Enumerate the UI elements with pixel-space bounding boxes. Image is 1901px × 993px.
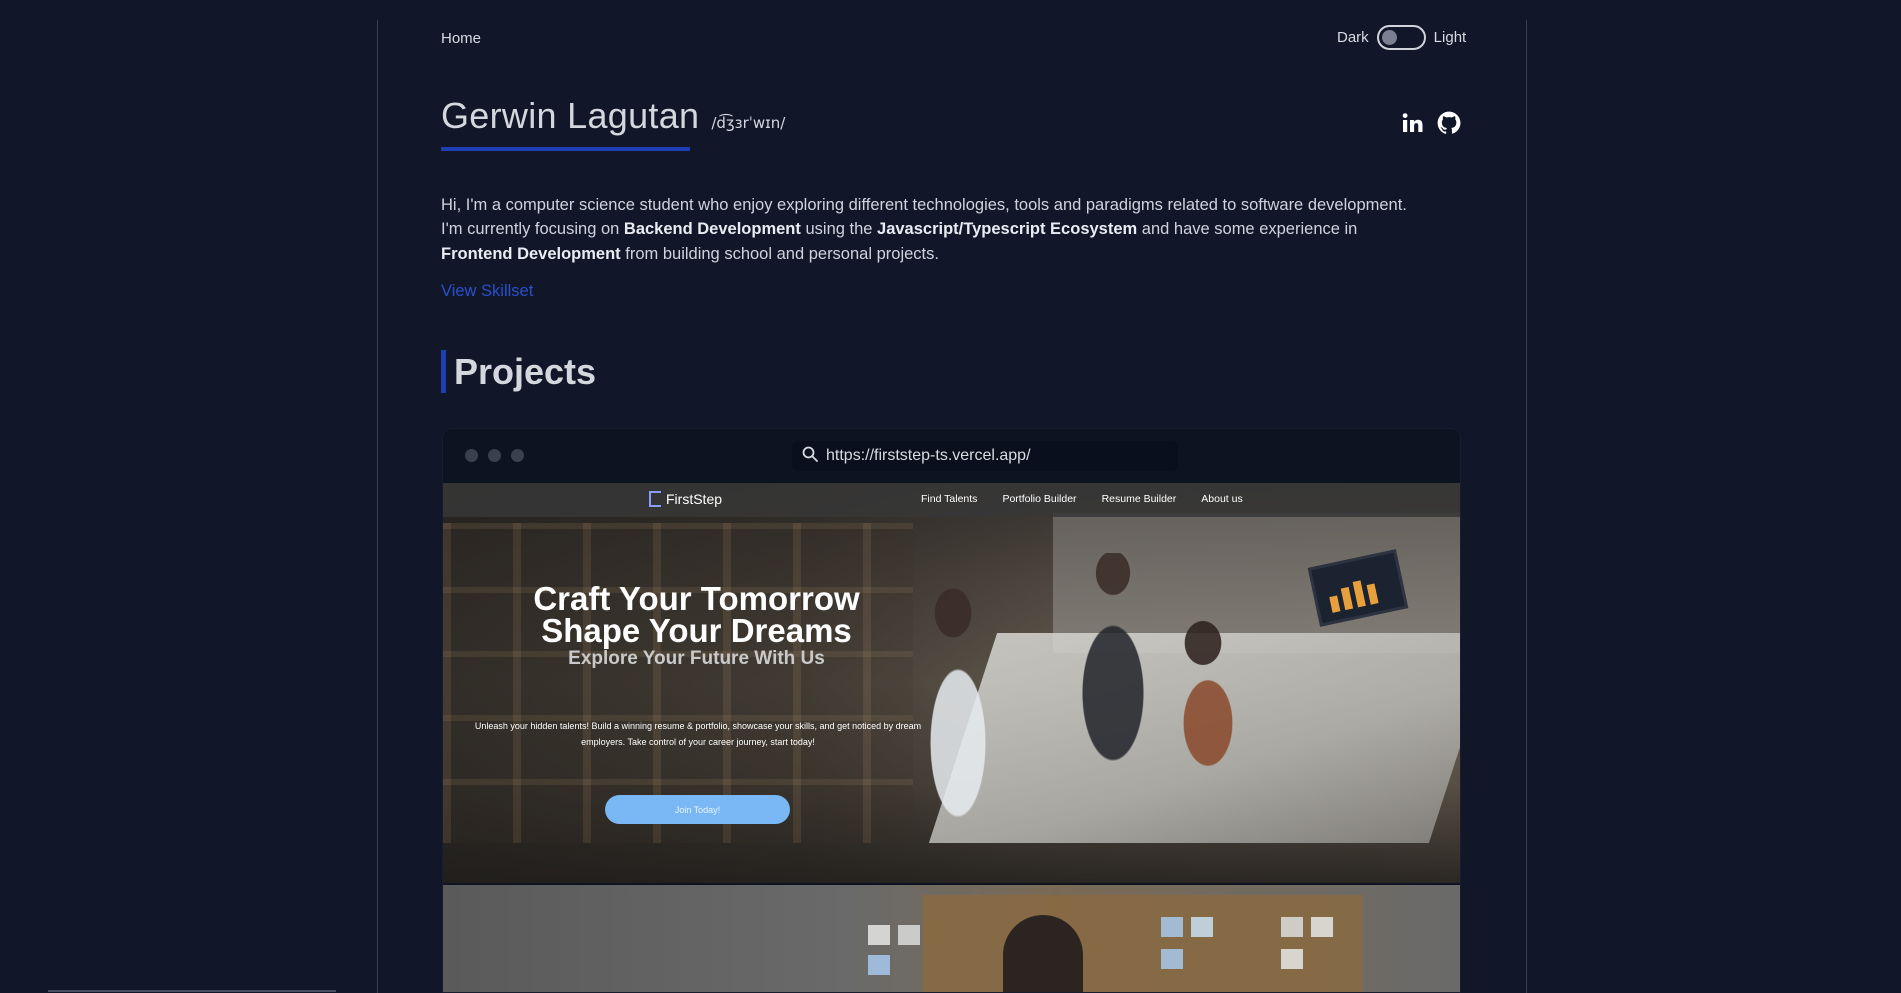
hero-title-line: Craft Your Tomorrow (533, 580, 860, 617)
window-dot (465, 449, 478, 462)
sticky-note (1191, 917, 1213, 937)
preview-nav-resume-builder[interactable]: Resume Builder (1102, 493, 1177, 505)
theme-switch[interactable] (1376, 25, 1426, 50)
sticky-note (1161, 917, 1183, 937)
sticky-note (868, 925, 890, 945)
sticky-note (1311, 917, 1333, 937)
hero-title-line: Shape Your Dreams (541, 612, 852, 649)
social-links (1400, 110, 1462, 136)
window-dot (488, 449, 501, 462)
github-icon[interactable] (1436, 110, 1462, 136)
preview-nav-about-us[interactable]: About us (1201, 493, 1242, 505)
preview-nav-portfolio-builder[interactable]: Portfolio Builder (1002, 493, 1076, 505)
preview-nav-find-talents[interactable]: Find Talents (921, 493, 977, 505)
sticky-note (898, 925, 920, 945)
bio-highlight: Javascript/Typescript Ecosystem (877, 220, 1138, 239)
bio-text: using the (800, 220, 878, 239)
heading-accent-bar (441, 350, 446, 393)
preview-nav-links: Find Talents Portfolio Builder Resume Bu… (921, 493, 1243, 505)
theme-toggle: Dark Light (1337, 25, 1466, 50)
bio-text: and have some experience in (1137, 220, 1358, 239)
left-divider (377, 20, 378, 993)
preview-next-section (443, 885, 1460, 992)
join-today-button[interactable]: Join Today! (605, 795, 790, 824)
sticky-note (1281, 917, 1303, 937)
preview-navbar: FirstStep Find Talents Portfolio Builder… (443, 483, 1460, 517)
name-underline (441, 147, 690, 151)
horizontal-scrollbar[interactable] (48, 990, 336, 992)
preview-hero-description: Unleash your hidden talents! Build a win… (474, 721, 922, 747)
project-browser-mockup: https://firststep-ts.vercel.app/ FirstSt… (442, 428, 1461, 993)
preview-hero-image (443, 483, 1460, 883)
bio-highlight: Backend Development (623, 220, 801, 239)
preview-hero-title: Craft Your Tomorrow Shape Your Dreams (443, 580, 950, 649)
firststep-logo-icon (649, 491, 661, 507)
linkedin-icon[interactable] (1400, 110, 1426, 136)
bio-highlight: Frontend Development (441, 244, 621, 263)
sticky-note (1161, 949, 1183, 969)
light-label: Light (1433, 29, 1467, 46)
project-preview[interactable]: FirstStep Find Talents Portfolio Builder… (443, 483, 1460, 992)
nav-home-link[interactable]: Home (441, 30, 481, 47)
person-photo (1003, 915, 1083, 992)
project-url[interactable]: https://firststep-ts.vercel.app/ (826, 447, 1031, 465)
browser-toolbar: https://firststep-ts.vercel.app/ (443, 429, 1460, 483)
view-skillset-link[interactable]: View Skillset (441, 282, 533, 301)
projects-heading: Projects (441, 350, 596, 393)
profile-phonetic: /d͡ʒɜrˈwɪn/ (711, 114, 786, 132)
firststep-brand: FirstStep (666, 491, 723, 507)
bio-paragraph: Hi, I'm a computer science student who e… (441, 193, 1421, 266)
right-divider (1526, 20, 1527, 993)
preview-hero-subtitle: Explore Your Future With Us (568, 648, 825, 669)
profile-name: Gerwin Lagutan (441, 95, 700, 136)
sticky-note (1281, 949, 1303, 969)
sticky-note (868, 955, 890, 975)
firststep-logo[interactable]: FirstStep (649, 491, 722, 507)
profile-header: Gerwin Lagutan /d͡ʒɜrˈwɪn/ (441, 95, 785, 137)
cork-board (923, 895, 1363, 992)
portfolio-page: Home Dark Light Gerwin Lagutan /d͡ʒɜrˈwɪ… (0, 0, 1901, 993)
bio-text: from building school and personal projec… (620, 244, 939, 263)
projects-title: Projects (454, 350, 597, 392)
theme-switch-knob (1381, 30, 1397, 45)
window-dot (511, 449, 524, 462)
window-controls (465, 449, 524, 462)
search-icon (802, 446, 818, 467)
dark-label: Dark (1337, 29, 1369, 46)
url-bar[interactable]: https://firststep-ts.vercel.app/ (792, 441, 1178, 471)
